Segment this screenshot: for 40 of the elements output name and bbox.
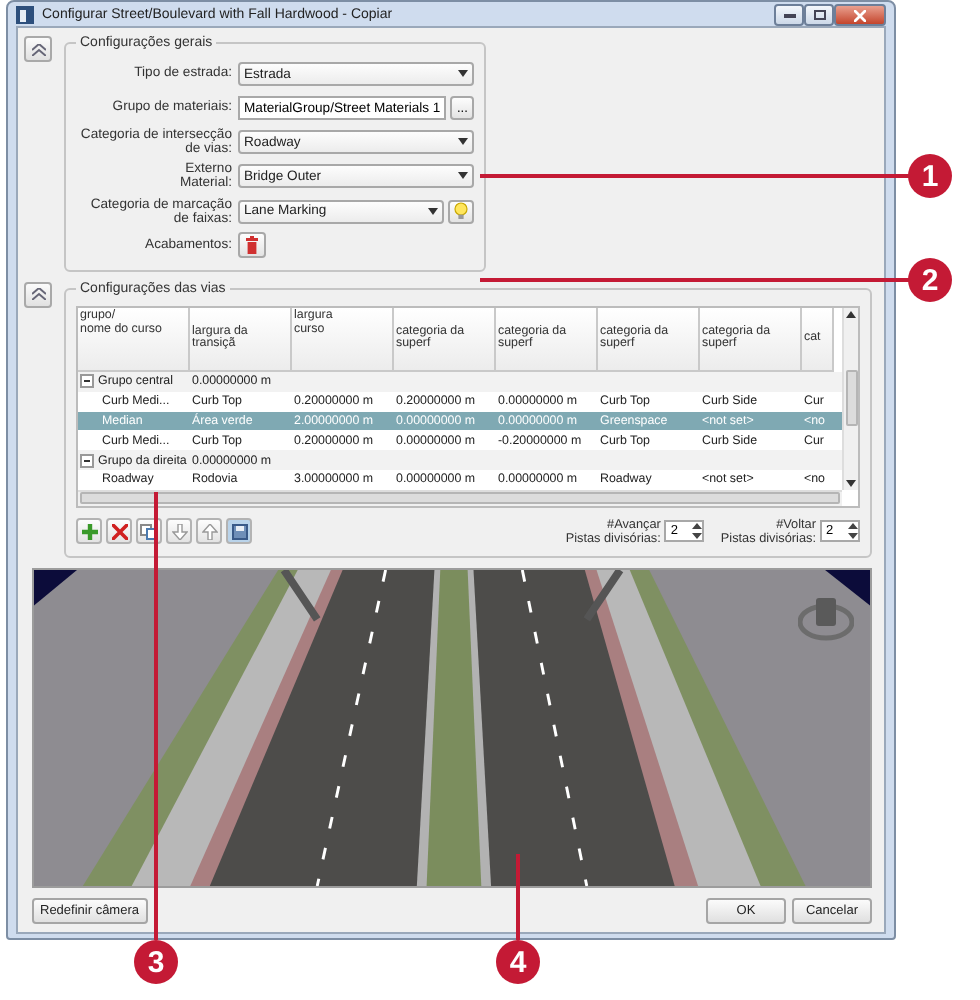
caret-icon	[458, 70, 469, 78]
lightbulb-button[interactable]	[448, 199, 475, 224]
maximize-button[interactable]	[804, 4, 834, 26]
spin-arrows-icon[interactable]	[692, 522, 703, 541]
arrow-up-icon	[201, 523, 217, 540]
callout-number: 1	[908, 154, 952, 198]
collapse-button[interactable]	[24, 281, 52, 308]
close-button[interactable]	[834, 4, 886, 26]
collapse-icon[interactable]	[80, 453, 94, 468]
collapse-button[interactable]	[24, 36, 52, 62]
caret-icon	[458, 172, 469, 181]
maximize-icon	[813, 10, 825, 20]
spin-arrows-icon[interactable]	[848, 522, 858, 541]
move-up-button[interactable]	[196, 518, 222, 545]
arrow-down-icon	[171, 523, 187, 540]
double-chevron-icon	[31, 43, 45, 55]
save-button[interactable]	[226, 518, 252, 545]
plus-icon	[81, 523, 97, 540]
caret-icon	[428, 207, 439, 216]
minimize-icon	[783, 13, 795, 17]
leader-line	[516, 854, 520, 940]
trash-button[interactable]	[238, 232, 266, 259]
caret-icon	[846, 309, 856, 318]
minimize-button[interactable]	[774, 4, 804, 26]
delete-icon	[111, 523, 127, 540]
callout-number: 4	[496, 940, 540, 984]
scrollbar[interactable]	[842, 307, 858, 490]
collapse-icon[interactable]	[80, 374, 94, 389]
double-chevron-icon	[31, 288, 45, 301]
add-button[interactable]	[76, 518, 102, 545]
delete-button[interactable]	[106, 518, 132, 545]
caret-icon	[458, 138, 469, 147]
save-icon	[231, 523, 247, 540]
lightbulb-icon	[454, 202, 469, 221]
callout-number: 3	[134, 940, 178, 984]
move-down-button[interactable]	[166, 518, 192, 545]
caret-icon	[846, 479, 856, 488]
trash-icon	[246, 236, 258, 255]
close-icon	[854, 9, 866, 21]
callout-number: 2	[908, 258, 952, 302]
